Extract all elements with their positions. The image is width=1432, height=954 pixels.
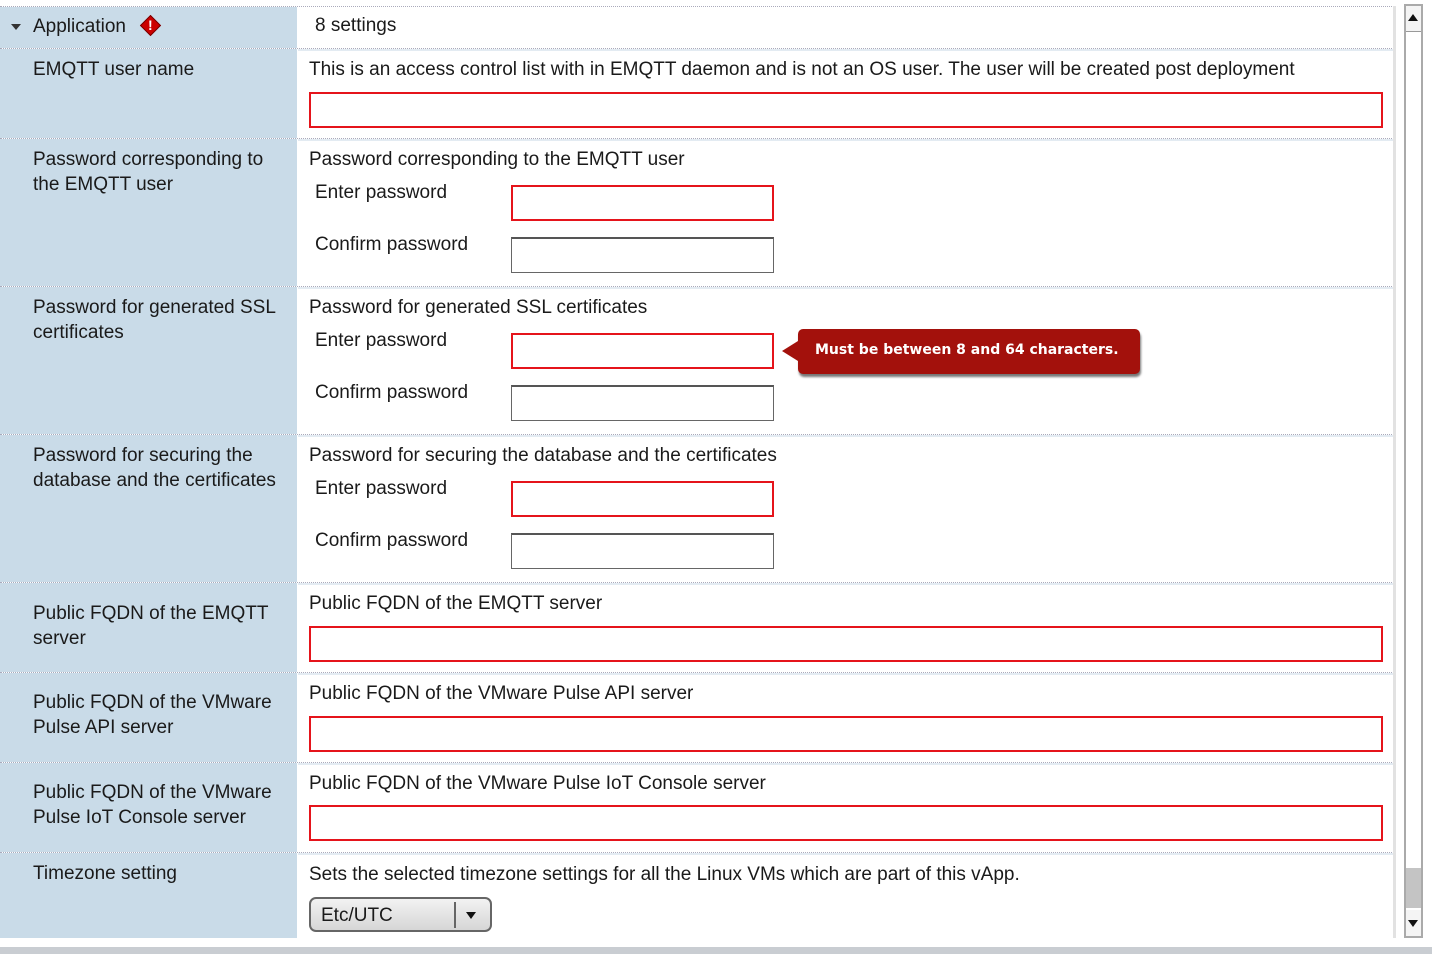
bottom-border (0, 947, 1432, 954)
setting-ssl-password: Password for generated SSL certificates … (0, 286, 1394, 434)
select-divider (454, 902, 456, 928)
setting-description: Password corresponding to the EMQTT user (309, 149, 685, 170)
error-mark: ! (148, 17, 153, 33)
setting-label: EMQTT user name (33, 59, 195, 80)
confirm-password-label: Confirm password (315, 382, 469, 403)
confirm-password-label: Confirm password (315, 530, 469, 551)
scroll-down-button[interactable] (1406, 910, 1421, 936)
scroll-up-button[interactable] (1406, 6, 1421, 32)
setting-emqtt-fqdn: Public FQDN of the EMQTT server Public F… (0, 582, 1394, 672)
arrow-up-icon (1408, 14, 1418, 21)
setting-label: Password for generated SSL certificates (33, 297, 276, 343)
validation-tooltip: Must be between 8 and 64 characters. (782, 329, 1140, 374)
api-fqdn-input[interactable] (309, 716, 1383, 752)
ssl-confirm-password-input[interactable] (511, 385, 774, 421)
setting-db-password: Password for securing the database and t… (0, 434, 1394, 582)
setting-description: Public FQDN of the VMware Pulse API serv… (309, 683, 694, 704)
db-confirm-password-input[interactable] (511, 533, 774, 569)
confirm-password-label: Confirm password (315, 234, 469, 255)
divider (1393, 6, 1396, 938)
setting-label: Public FQDN of the VMware Pulse API serv… (33, 692, 272, 738)
collapse-toggle-icon[interactable] (11, 24, 21, 30)
setting-timezone: Timezone setting Sets the selected timez… (0, 852, 1394, 938)
emqtt-enter-password-input[interactable] (511, 185, 774, 221)
setting-label: Password corresponding to the EMQTT user (33, 149, 264, 195)
setting-description: Public FQDN of the VMware Pulse IoT Cons… (309, 773, 766, 794)
setting-label: Public FQDN of the EMQTT server (33, 603, 269, 649)
settings-count: 8 settings (315, 15, 397, 36)
enter-password-label: Enter password (315, 330, 448, 351)
arrow-down-icon (1408, 920, 1418, 927)
console-fqdn-input[interactable] (309, 805, 1383, 841)
setting-description: Sets the selected timezone settings for … (309, 864, 1020, 885)
scroll-thumb[interactable] (1406, 868, 1421, 908)
setting-description: Public FQDN of the EMQTT server (309, 593, 603, 614)
timezone-value: Etc/UTC (321, 905, 393, 926)
emqtt-fqdn-input[interactable] (309, 626, 1383, 662)
ssl-enter-password-input[interactable] (511, 333, 774, 369)
setting-emqtt-password: Password corresponding to the EMQTT user… (0, 138, 1394, 286)
setting-description: Password for generated SSL certificates (309, 297, 648, 318)
setting-description: Password for securing the database and t… (309, 445, 777, 466)
setting-label: Timezone setting (33, 863, 177, 884)
section-header: Application ! 8 settings (0, 6, 1394, 48)
setting-label: Public FQDN of the VMware Pulse IoT Cons… (33, 782, 272, 828)
enter-password-label: Enter password (315, 478, 448, 499)
db-enter-password-input[interactable] (511, 481, 774, 517)
setting-api-fqdn: Public FQDN of the VMware Pulse API serv… (0, 672, 1394, 762)
setting-label: Password for securing the database and t… (33, 445, 276, 491)
setting-emqtt-user: EMQTT user name This is an access contro… (0, 48, 1394, 138)
section-title: Application (33, 16, 126, 37)
setting-description: This is an access control list with in E… (309, 59, 1295, 80)
chevron-down-icon[interactable] (466, 912, 476, 919)
emqtt-user-input[interactable] (309, 92, 1383, 128)
emqtt-confirm-password-input[interactable] (511, 237, 774, 273)
enter-password-label: Enter password (315, 182, 448, 203)
vertical-scrollbar[interactable] (1404, 4, 1423, 938)
setting-console-fqdn: Public FQDN of the VMware Pulse IoT Cons… (0, 762, 1394, 852)
timezone-select[interactable]: Etc/UTC (309, 897, 492, 932)
